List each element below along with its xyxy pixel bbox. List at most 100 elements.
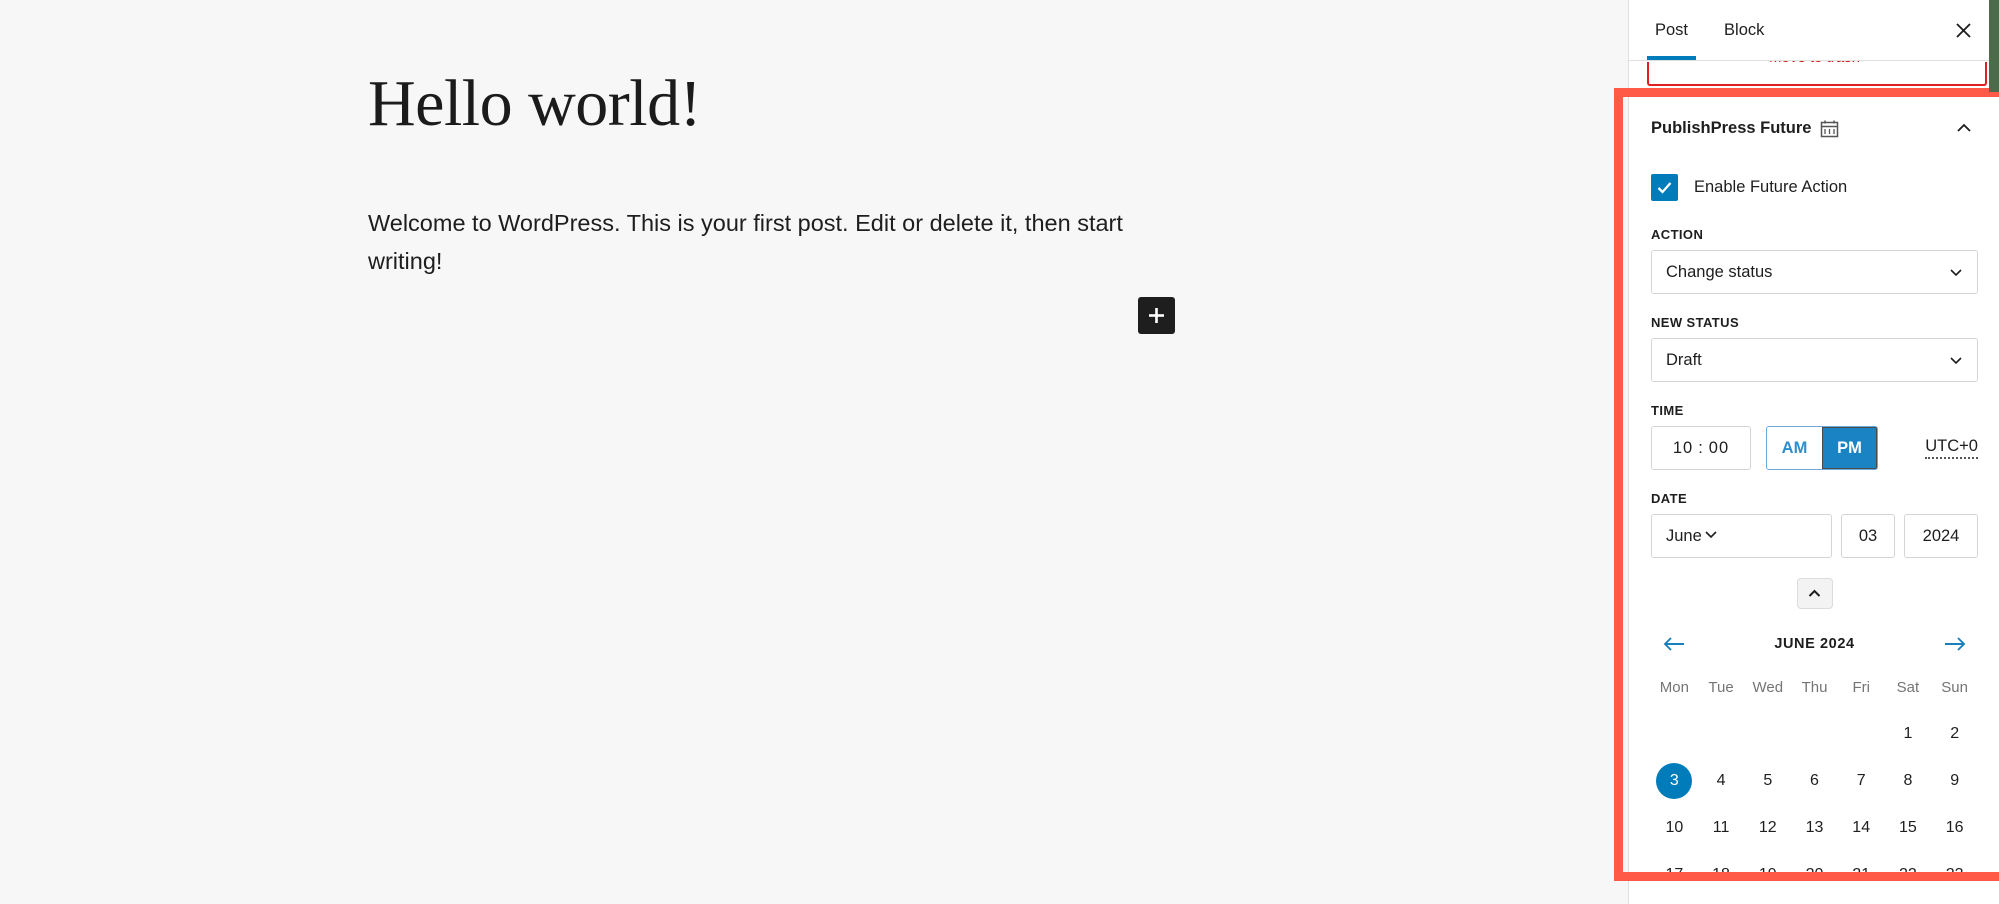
plus-icon: [1149, 308, 1164, 323]
am-button[interactable]: AM: [1767, 427, 1822, 469]
calendar-day[interactable]: 8: [1885, 757, 1932, 804]
new-status-label: NEW STATUS: [1651, 315, 1740, 330]
chevron-up-icon: [1957, 123, 1971, 132]
calendar-day[interactable]: 16: [1931, 804, 1978, 851]
calendar-day[interactable]: 2: [1931, 710, 1978, 757]
action-select[interactable]: Change status: [1651, 250, 1978, 294]
time-row: 10 : 00 AM PM UTC+0: [1651, 426, 1978, 470]
calendar-day[interactable]: 1: [1885, 710, 1932, 757]
calendar-day[interactable]: 6: [1791, 757, 1838, 804]
editor-canvas: Hello world! Welcome to WordPress. This …: [0, 0, 1628, 904]
month-select[interactable]: June: [1651, 514, 1832, 558]
close-icon: [1955, 22, 1971, 38]
calendar-day-number: 20: [1805, 865, 1824, 883]
calendar-day[interactable]: 23: [1931, 851, 1978, 898]
calendar-next-button[interactable]: [1938, 629, 1972, 659]
calendar-day-number: 22: [1899, 865, 1917, 883]
calendar-empty-cell: [1744, 710, 1791, 757]
tab-block[interactable]: Block: [1720, 0, 1768, 60]
calendar-day[interactable]: 11: [1698, 804, 1745, 851]
calendar-day-number: 16: [1945, 818, 1964, 836]
calendar-day[interactable]: 12: [1744, 804, 1791, 851]
action-value: Change status: [1666, 262, 1773, 281]
calendar-toggle-row: [1651, 578, 1978, 609]
panel-header[interactable]: PublishPress Future: [1629, 88, 1999, 156]
day-input[interactable]: 03: [1841, 514, 1895, 558]
calendar-icon: [1820, 119, 1839, 138]
enable-future-action-label: Enable Future Action: [1694, 178, 1848, 196]
calendar-day-number: 12: [1758, 818, 1777, 836]
calendar-day-number: 13: [1805, 818, 1824, 836]
year-input[interactable]: 2024: [1904, 514, 1978, 558]
calendar-empty-cell: [1651, 710, 1698, 757]
calendar-weekday: Thu: [1801, 679, 1828, 696]
calendar-nav: JUNE 2024: [1651, 623, 1978, 673]
pm-button[interactable]: PM: [1822, 427, 1877, 469]
enable-future-action-checkbox[interactable]: [1651, 174, 1678, 201]
publishpress-future-panel: PublishPress Future Enable Future Action…: [1629, 88, 1999, 904]
calendar-day-number: 4: [1716, 771, 1726, 789]
panel-collapse-button[interactable]: [1950, 114, 1978, 142]
sidebar-tab-bar: Post Block: [1629, 0, 1999, 61]
calendar-weekday: Wed: [1752, 679, 1784, 696]
calendar-day[interactable]: 22: [1885, 851, 1932, 898]
calendar-day[interactable]: 15: [1885, 804, 1932, 851]
calendar-day-selected[interactable]: 3: [1651, 757, 1698, 804]
date-label: DATE: [1651, 491, 1688, 506]
meridiem-toggle: AM PM: [1766, 426, 1878, 470]
chevron-up-icon: [1808, 589, 1821, 597]
calendar-day-number: 14: [1852, 818, 1871, 836]
new-status-select[interactable]: Draft: [1651, 338, 1978, 382]
action-label: ACTION: [1651, 227, 1704, 242]
calendar-day-number: 19: [1758, 865, 1777, 883]
calendar-day-number: 15: [1899, 818, 1917, 836]
calendar-day-number: 11: [1712, 818, 1730, 836]
calendar-day[interactable]: 13: [1791, 804, 1838, 851]
post-title[interactable]: Hello world!: [368, 67, 1268, 141]
close-sidebar-button[interactable]: [1945, 12, 1981, 48]
calendar-empty-cell: [1698, 710, 1745, 757]
calendar-day[interactable]: 17: [1651, 851, 1698, 898]
arrow-left-icon: [1663, 637, 1684, 651]
calendar-day-number: 5: [1763, 771, 1773, 789]
calendar-day[interactable]: 19: [1744, 851, 1791, 898]
panel-title: PublishPress Future: [1651, 118, 1812, 137]
calendar-day[interactable]: 4: [1698, 757, 1745, 804]
enable-future-action-row[interactable]: Enable Future Action: [1651, 174, 1978, 201]
month-value: June: [1666, 526, 1702, 545]
calendar-day[interactable]: 21: [1838, 851, 1885, 898]
calendar-day[interactable]: 20: [1791, 851, 1838, 898]
time-input[interactable]: 10 : 00: [1651, 426, 1751, 470]
calendar-day-number: 21: [1852, 865, 1871, 883]
tab-post[interactable]: Post: [1646, 0, 1697, 60]
calendar-day[interactable]: 9: [1931, 757, 1978, 804]
move-to-trash-outline: [1647, 62, 1987, 86]
calendar-day-number: 8: [1903, 771, 1913, 789]
calendar-weekday: Tue: [1708, 679, 1734, 696]
calendar-day[interactable]: 7: [1838, 757, 1885, 804]
calendar-weekday: Sun: [1941, 679, 1968, 696]
wordpress-block-editor: Hello world! Welcome to WordPress. This …: [0, 0, 1999, 904]
calendar-day-number: 18: [1712, 865, 1730, 883]
calendar-weekday: Mon: [1659, 679, 1689, 696]
calendar-grid: Mon Tue Wed Thu Fri Sat Sun 1 2 3 4 5 6 7 8 9 10 11 12 13 14…: [1651, 673, 1978, 898]
calendar-day[interactable]: 14: [1838, 804, 1885, 851]
calendar-day[interactable]: 5: [1744, 757, 1791, 804]
calendar-day-number: 2: [1950, 724, 1960, 742]
calendar-day-number: 10: [1665, 818, 1684, 836]
calendar-prev-button[interactable]: [1657, 629, 1691, 659]
time-separator: :: [1698, 438, 1704, 457]
calendar-day[interactable]: 18: [1698, 851, 1745, 898]
post-paragraph-block[interactable]: Welcome to WordPress. This is your first…: [368, 204, 1128, 280]
time-hour: 10: [1672, 438, 1694, 457]
calendar-day-number: 7: [1856, 771, 1866, 789]
add-block-button[interactable]: [1138, 297, 1175, 334]
arrow-right-icon: [1945, 637, 1966, 651]
calendar-month-label: JUNE 2024: [1774, 636, 1855, 652]
chevron-down-icon: [1702, 525, 1720, 548]
calendar-day[interactable]: 10: [1651, 804, 1698, 851]
calendar-toggle-button[interactable]: [1796, 578, 1833, 609]
new-status-value: Draft: [1666, 350, 1702, 369]
panel-body: Enable Future Action ACTION Change statu…: [1629, 174, 1999, 898]
timezone-label[interactable]: UTC+0: [1925, 437, 1978, 459]
